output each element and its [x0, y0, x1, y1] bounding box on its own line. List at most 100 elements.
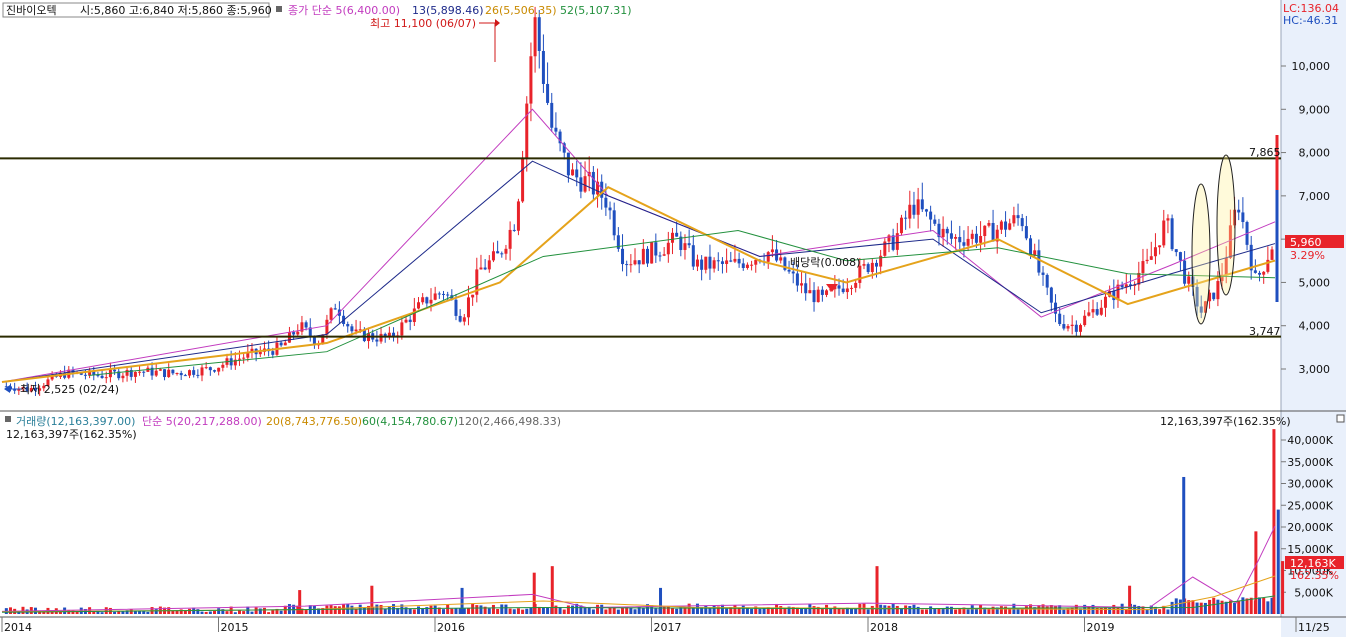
candle-body	[924, 209, 928, 212]
candle-body	[279, 342, 283, 346]
volume-bar	[1158, 609, 1162, 614]
volume-bar	[654, 608, 658, 614]
volume-bar	[387, 606, 391, 614]
volume-bar	[1062, 609, 1066, 614]
candle-body	[1004, 221, 1008, 230]
candle-body	[346, 324, 350, 327]
volume-bar	[100, 612, 104, 614]
candle-body	[1153, 247, 1157, 257]
volume-bar	[250, 611, 254, 614]
volume-bar	[1195, 602, 1199, 614]
volume-spike-bar	[550, 566, 554, 614]
candle-body	[242, 357, 246, 359]
volume-spike-bar	[1254, 531, 1258, 614]
candle-body	[1070, 324, 1074, 327]
volume-spike-bar	[1272, 429, 1276, 614]
volume-bar	[200, 611, 204, 614]
volume-bar	[1224, 601, 1228, 614]
candle-body	[525, 103, 529, 158]
volume-bar	[583, 607, 587, 614]
highlight-ellipse	[1191, 183, 1211, 325]
candle-body	[1012, 215, 1016, 224]
volume-bar	[837, 608, 841, 614]
candle-body	[795, 273, 799, 286]
volume-bar	[566, 605, 570, 614]
volume-spike-bar	[370, 585, 374, 614]
candle-body	[446, 294, 450, 296]
volume-tick-label: 15,000K	[1287, 543, 1333, 556]
candle-body	[845, 288, 849, 293]
candle-body	[716, 260, 720, 262]
volume-bar	[562, 609, 566, 614]
candle-body	[508, 229, 512, 249]
candle-body	[466, 297, 470, 318]
close-panel-button[interactable]	[1336, 414, 1345, 423]
last-volume-pct-label: 162.35%	[1290, 569, 1339, 582]
volume-bar	[279, 610, 283, 614]
candle-body	[404, 319, 408, 323]
candle-body	[916, 199, 920, 215]
candle-body	[654, 242, 658, 256]
volume-bar	[204, 611, 208, 614]
candle-body	[646, 248, 650, 264]
candle-body	[554, 127, 558, 132]
candle-body	[1262, 271, 1266, 275]
candle-body	[1162, 220, 1166, 246]
candle-body	[887, 235, 891, 242]
volume-bar	[217, 608, 221, 614]
volume-bar	[1216, 599, 1220, 614]
volume-spike-bar	[1276, 509, 1280, 614]
volume-bar	[1174, 598, 1178, 614]
candle-body	[695, 259, 699, 267]
stock-chart: 3,0004,0005,0006,0007,0008,0009,00010,00…	[0, 0, 1346, 637]
volume-bar	[833, 606, 837, 614]
candle-body	[1058, 313, 1062, 325]
volume-bar	[604, 609, 608, 614]
candle-body	[421, 297, 425, 303]
volume-bar	[850, 608, 854, 614]
candle-body	[987, 222, 991, 226]
volume-bar	[670, 608, 674, 614]
candle-body	[1170, 218, 1174, 250]
candle-body	[804, 283, 808, 294]
candle-body	[154, 370, 158, 376]
candle-body	[204, 367, 208, 369]
candle-body	[158, 369, 162, 371]
legend-marker	[276, 6, 282, 12]
candle-body	[1079, 325, 1083, 332]
candle-body	[196, 374, 200, 376]
candle-body	[1174, 249, 1178, 253]
volume-bar	[350, 605, 354, 614]
volume-bar	[242, 611, 246, 614]
volume-bar	[712, 605, 716, 614]
volume-bar	[1095, 607, 1099, 614]
candle-body	[700, 259, 704, 270]
last-change-label: 3.29%	[1290, 249, 1325, 262]
volume-spike-bar	[460, 587, 464, 614]
price-tick-label: 3,000	[1299, 363, 1331, 376]
volume-bar	[879, 604, 883, 614]
volume-bar	[154, 609, 158, 614]
candle-body	[779, 257, 783, 261]
candle-body	[125, 369, 129, 376]
volume-bar	[471, 603, 475, 614]
candle-body	[213, 370, 217, 372]
volume-bar	[1208, 599, 1212, 614]
dividend-annotation: 배당락(0.008)	[790, 256, 860, 269]
candle-body	[1158, 245, 1162, 248]
volume-tick-label: 20,000K	[1287, 521, 1333, 534]
candle-body	[379, 333, 383, 342]
volume-spike-bar	[1182, 476, 1186, 614]
volume-bar	[417, 606, 421, 614]
legend-ma52: 52(5,107.31)	[560, 4, 632, 17]
candle-body	[541, 50, 545, 84]
candle-body	[633, 260, 637, 265]
time-tick-label: 2016	[437, 621, 465, 634]
candle-body	[412, 308, 416, 323]
candle-body	[208, 367, 212, 371]
low-annotation: 최저 2,525 (02/24)	[20, 383, 119, 396]
candle-body	[1020, 218, 1024, 227]
volume-bar	[720, 604, 724, 614]
volume-bar	[1245, 598, 1249, 614]
candle-body	[725, 260, 729, 264]
